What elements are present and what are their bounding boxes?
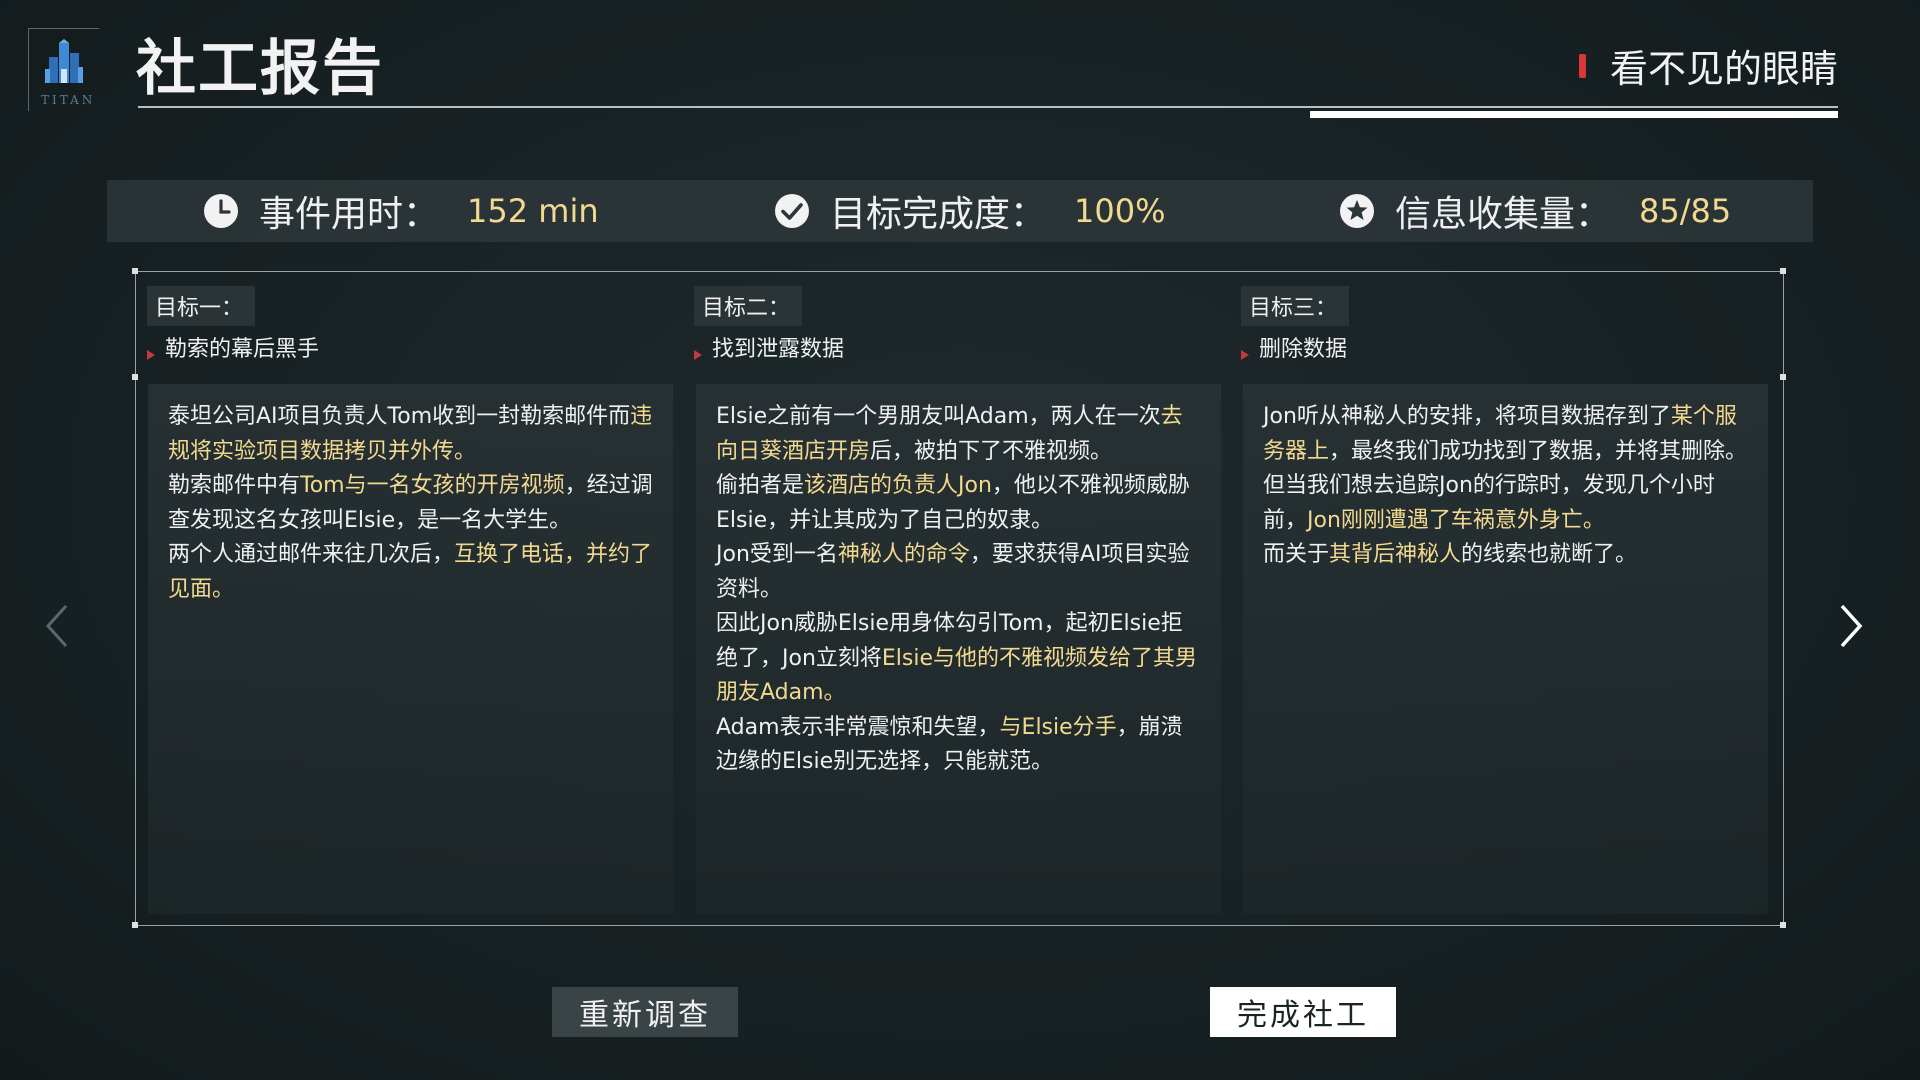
chevron-right-icon[interactable] <box>1830 598 1870 654</box>
goal-2-card: Elsie之前有一个男朋友叫Adam，两人在一次去向日葵酒店开房后，被拍下了不雅… <box>696 384 1221 914</box>
highlight-text: 该酒店的负责人Jon <box>804 473 992 498</box>
stat-time-label: 事件用时： <box>259 194 440 235</box>
page-title: 社工报告 <box>136 34 384 104</box>
stat-info-value: 85/85 <box>1639 192 1732 230</box>
body-text: Jon听从神秘人的安排，将项目数据存到了 <box>1263 404 1671 429</box>
stat-completion: 目标完成度： 100% <box>774 180 1166 242</box>
body-text: 泰坦公司AI项目负责人Tom收到一封勒索邮件而 <box>168 404 631 429</box>
triangle-marker-icon <box>694 350 702 360</box>
case-name: 看不见的眼睛 <box>1578 38 1838 93</box>
stat-info: 信息收集量： 85/85 <box>1339 180 1731 242</box>
stat-time: 事件用时： 152 min <box>203 180 599 242</box>
goals-frame: 目标一： 勒索的幕后黑手 泰坦公司AI项目负责人Tom收到一封勒索邮件而违规将实… <box>132 268 1786 928</box>
goal-3-name-text: 删除数据 <box>1259 337 1348 362</box>
body-text: 的线索也就断了。 <box>1461 542 1638 567</box>
body-text: ，最终我们成功找到了数据，并将其删除。 <box>1329 438 1748 464</box>
chevron-left-icon[interactable] <box>38 598 78 654</box>
goal-2-name-text: 找到泄露数据 <box>712 337 845 362</box>
frame-side-dot <box>1780 374 1786 380</box>
goal-1-tag: 目标一： <box>147 286 256 326</box>
goal-1-name: 勒索的幕后黑手 <box>147 331 319 363</box>
clock-icon <box>204 194 238 228</box>
frame-bottom-edge <box>135 925 1784 926</box>
goal-1-text: 泰坦公司AI项目负责人Tom收到一封勒索邮件而违规将实验项目数据拷贝并外传。 勒索… <box>168 400 655 607</box>
triangle-marker-icon <box>147 350 155 360</box>
body-text: 两个人通过邮件来往几次后， <box>168 542 455 567</box>
goal-3-tag: 目标三： <box>1241 286 1350 326</box>
body-text: Elsie之前有一个男朋友叫Adam，两人在一次 <box>716 404 1161 429</box>
body-text: 而关于 <box>1263 542 1330 567</box>
body-text: Jon受到一名 <box>716 542 838 567</box>
stat-completion-label: 目标完成度： <box>830 194 1047 235</box>
case-marker <box>1578 53 1586 78</box>
body-text: 后，被拍下了不雅视频。 <box>870 438 1113 464</box>
frame-right-edge <box>1783 271 1784 925</box>
stat-info-label: 信息收集量： <box>1395 194 1612 235</box>
title-divider <box>138 106 1838 108</box>
goal-1-name-text: 勒索的幕后黑手 <box>165 337 320 362</box>
frame-corner-dot <box>1780 268 1786 274</box>
goal-2-name: 找到泄露数据 <box>694 331 844 363</box>
case-name-label: 看不见的眼睛 <box>1609 47 1838 91</box>
highlight-text: Jon刚刚遭遇了车祸意外身亡。 <box>1307 507 1605 533</box>
stats-bar: 事件用时： 152 min 目标完成度： 100% 信息收集量： 85/85 <box>107 180 1813 242</box>
goal-3-name: 删除数据 <box>1241 331 1347 363</box>
frame-corner-dot <box>132 922 138 928</box>
check-circle-icon <box>775 194 809 228</box>
building-icon <box>45 39 83 83</box>
goal-2-text: Elsie之前有一个男朋友叫Adam，两人在一次去向日葵酒店开房后，被拍下了不雅… <box>716 400 1203 780</box>
triangle-marker-icon <box>1241 350 1249 360</box>
frame-side-dot <box>132 374 138 380</box>
goal-1-card: 泰坦公司AI项目负责人Tom收到一封勒索邮件而违规将实验项目数据拷贝并外传。 勒索… <box>148 384 673 914</box>
finish-button[interactable]: 完成社工 <box>1210 987 1396 1037</box>
highlight-text: 神秘人的命令 <box>837 542 970 567</box>
stat-time-value: 152 min <box>467 192 599 230</box>
body-text: Adam表示非常震惊和失望， <box>716 714 1000 740</box>
frame-left-edge <box>135 271 136 925</box>
highlight-text: Tom与一名女孩的开房视频 <box>300 473 565 498</box>
highlight-text: 与Elsie分手 <box>999 714 1117 740</box>
frame-top-edge <box>135 271 1784 272</box>
goal-2-tag: 目标二： <box>694 286 803 326</box>
reinvestigate-button[interactable]: 重新调查 <box>552 987 738 1037</box>
title-divider-accent <box>1310 111 1838 118</box>
goal-3-card: Jon听从神秘人的安排，将项目数据存到了某个服务器上，最终我们成功找到了数据，并… <box>1243 384 1768 914</box>
goal-3-text: Jon听从神秘人的安排，将项目数据存到了某个服务器上，最终我们成功找到了数据，并… <box>1263 400 1750 573</box>
highlight-text: 其背后神秘人 <box>1329 542 1462 567</box>
titan-logo: TITAN <box>28 28 99 111</box>
stat-completion-value: 100% <box>1074 192 1166 230</box>
body-text: 偷拍者是 <box>716 473 805 498</box>
logo-text: TITAN <box>41 93 96 107</box>
frame-corner-dot <box>1780 922 1786 928</box>
star-circle-icon <box>1340 194 1374 228</box>
body-text: 勒索邮件中有 <box>168 473 301 498</box>
frame-corner-dot <box>132 268 138 274</box>
